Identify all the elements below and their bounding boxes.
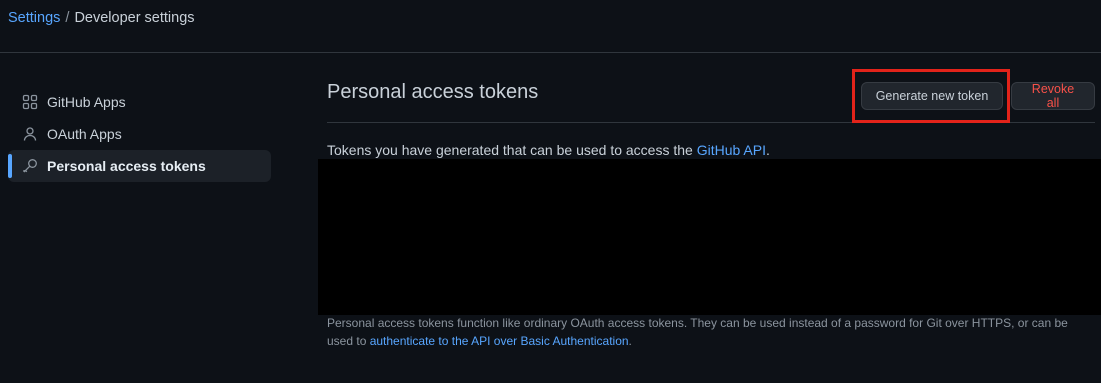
github-api-link[interactable]: GitHub API [697,142,766,158]
sidebar: GitHub Apps OAuth Apps Personal access t… [8,86,271,182]
footnote-suffix: . [628,333,632,348]
breadcrumb-separator: / [65,10,70,26]
key-icon [22,158,38,174]
sidebar-item-label: GitHub Apps [47,94,126,110]
description-suffix: . [765,142,770,158]
redacted-token-list [318,159,1101,315]
breadcrumb-settings-link[interactable]: Settings [8,10,60,26]
breadcrumb: Settings / Developer settings [8,10,195,26]
apps-grid-icon [22,94,38,110]
breadcrumb-current: Developer settings [74,10,195,26]
sidebar-item-github-apps[interactable]: GitHub Apps [8,86,271,118]
page-header: Personal access tokens Generate new toke… [327,69,1095,123]
generate-new-token-button[interactable]: Generate new token [861,82,1003,110]
tokens-description: Tokens you have generated that can be us… [327,142,770,158]
revoke-all-button[interactable]: Revoke all [1011,82,1095,110]
sidebar-item-oauth-apps[interactable]: OAuth Apps [8,118,271,150]
sidebar-item-personal-access-tokens[interactable]: Personal access tokens [8,150,271,182]
description-text: Tokens you have generated that can be us… [327,142,697,158]
main-content: Personal access tokens Generate new toke… [318,69,1101,348]
sidebar-item-label: OAuth Apps [47,126,122,142]
person-icon [22,126,38,142]
page-title: Personal access tokens [327,81,539,103]
tokens-footnote: Personal access tokens function like ord… [327,315,1095,350]
top-bar: Settings / Developer settings [0,0,1101,53]
sidebar-item-label: Personal access tokens [47,158,206,174]
basic-auth-link[interactable]: authenticate to the API over Basic Authe… [370,334,629,348]
